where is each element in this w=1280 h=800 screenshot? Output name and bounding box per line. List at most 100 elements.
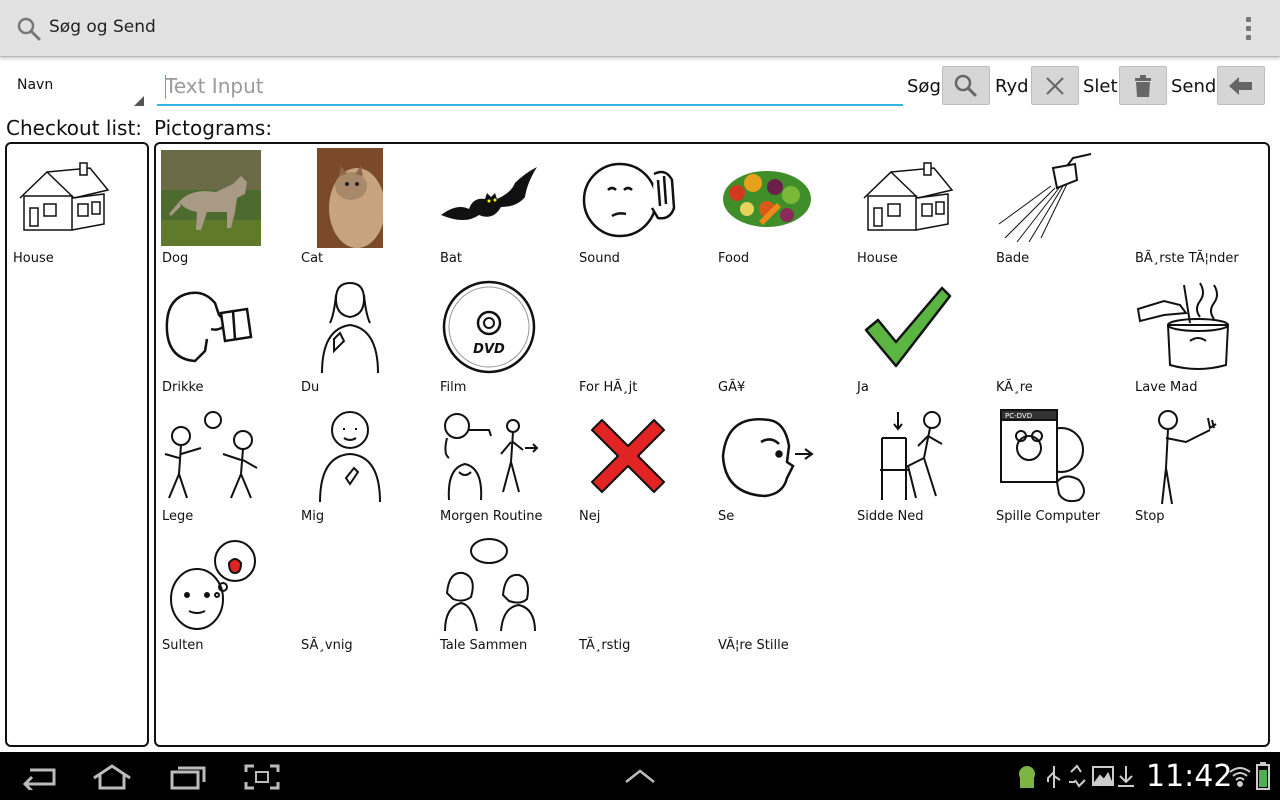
- pictogram-cell[interactable]: TÃ¸rstig: [574, 531, 713, 660]
- house-icon: [856, 150, 956, 246]
- pictogram-label: Du: [301, 380, 320, 395]
- spinner-arrow-icon: [134, 96, 144, 106]
- pictogram-cell[interactable]: Mig: [296, 402, 435, 531]
- pictogram-label: GÃ¥: [718, 380, 746, 395]
- pictogram-cell[interactable]: KÃ¸re: [991, 273, 1130, 402]
- pictogram-label: Food: [718, 251, 750, 266]
- morning-routine-icon: [439, 408, 539, 504]
- pictogram-cell[interactable]: Dog: [157, 144, 296, 273]
- recent-apps-icon[interactable]: [170, 764, 206, 790]
- pictogram-cell[interactable]: Food: [713, 144, 852, 273]
- usb-icon: [1047, 766, 1061, 788]
- search-icon[interactable]: [16, 16, 42, 42]
- hungry-face-icon: [161, 537, 261, 633]
- sit-down-icon: [856, 408, 956, 504]
- pictogram-label: Bade: [996, 251, 1030, 266]
- sync-icon: [1069, 764, 1086, 788]
- talking-people-icon: [439, 537, 539, 633]
- red-cross-icon: [578, 408, 678, 504]
- android-debug-icon: [1019, 766, 1035, 788]
- send-button[interactable]: [1217, 66, 1265, 105]
- pictogram-label: Drikke: [162, 380, 204, 395]
- pictogram-cell[interactable]: BÃ¸rste TÃ¦nder: [1130, 144, 1269, 273]
- reply-arrow-icon: [1229, 76, 1252, 95]
- pictogram-cell[interactable]: GÃ¥: [713, 273, 852, 402]
- pictogram-cell[interactable]: PC-DVD Spille Computer: [991, 402, 1130, 531]
- text-caret: [165, 75, 166, 99]
- cooking-pot-icon: [1134, 279, 1234, 375]
- pictogram-label: Sulten: [162, 638, 204, 653]
- pictogram-label: Cat: [301, 251, 324, 266]
- shower-icon: [995, 150, 1095, 246]
- back-icon[interactable]: [20, 764, 58, 790]
- empty-picture: [578, 537, 678, 633]
- sort-spinner[interactable]: Navn: [8, 68, 146, 108]
- checkout-list: House: [5, 142, 149, 747]
- pictogram-cell[interactable]: Sound: [574, 144, 713, 273]
- bat-icon: [439, 150, 539, 246]
- pictogram-cell[interactable]: Du: [296, 273, 435, 402]
- empty-picture: [300, 537, 400, 633]
- overflow-menu-icon[interactable]: [1236, 14, 1260, 44]
- pictogram-label: Film: [440, 380, 467, 395]
- pictograms-heading: Pictograms:: [154, 116, 273, 140]
- pictogram-label: Bat: [440, 251, 462, 266]
- pictogram-cell[interactable]: Cat: [296, 144, 435, 273]
- pictogram-label: Nej: [579, 509, 601, 524]
- brush-teeth-icon: [1134, 150, 1234, 246]
- app-title: Søg og Send: [49, 17, 156, 37]
- checkout-item[interactable]: House: [8, 144, 147, 273]
- system-bar: 11:42: [0, 752, 1280, 800]
- pictogram-cell[interactable]: Nej: [574, 402, 713, 531]
- empty-picture: [717, 279, 817, 375]
- chevron-up-icon[interactable]: [624, 768, 656, 784]
- delete-button[interactable]: [1119, 66, 1167, 105]
- pictogram-cell[interactable]: Stop: [1130, 402, 1269, 531]
- screenshot-icon[interactable]: [244, 764, 280, 790]
- pictogram-label: SÃ¸vnig: [301, 638, 353, 653]
- gallery-icon: [1092, 766, 1114, 786]
- search-input[interactable]: [157, 68, 903, 106]
- delete-label: Slet: [1083, 76, 1118, 97]
- pictogram-cell[interactable]: Lege: [157, 402, 296, 531]
- dvd-icon: DVD: [439, 279, 539, 375]
- home-icon[interactable]: [92, 764, 132, 790]
- send-label: Send: [1171, 76, 1217, 97]
- pictogram-label: Tale Sammen: [440, 638, 528, 653]
- pictogram-cell[interactable]: Sulten: [157, 531, 296, 660]
- pictogram-cell[interactable]: Ja: [852, 273, 991, 402]
- pictogram-cell[interactable]: Drikke: [157, 273, 296, 402]
- listening-face-icon: [578, 150, 678, 246]
- pictogram-cell[interactable]: Bade: [991, 144, 1130, 273]
- action-bar: Søg og Send: [0, 0, 1280, 57]
- pictogram-cell[interactable]: SÃ¸vnig: [296, 531, 435, 660]
- pictogram-label: Stop: [1135, 509, 1165, 524]
- dog-photo: [161, 150, 261, 246]
- download-icon: [1118, 766, 1134, 787]
- pictogram-label: Spille Computer: [996, 509, 1101, 524]
- pictogram-cell[interactable]: House: [852, 144, 991, 273]
- pictogram-cell[interactable]: Bat: [435, 144, 574, 273]
- clear-button[interactable]: [1031, 66, 1079, 105]
- pictogram-label: Lege: [162, 509, 194, 524]
- search-button[interactable]: [942, 66, 990, 105]
- pictogram-cell[interactable]: Sidde Ned: [852, 402, 991, 531]
- status-clock: 11:42: [1146, 759, 1233, 794]
- vegetables-icon: [717, 150, 817, 246]
- pictogram-cell[interactable]: Lave Mad: [1130, 273, 1269, 402]
- trash-icon: [1135, 74, 1151, 97]
- pictogram-cell[interactable]: Se: [713, 402, 852, 531]
- checkout-heading: Checkout list:: [6, 116, 143, 140]
- pictogram-cell[interactable]: Tale Sammen: [435, 531, 574, 660]
- clear-label: Ryd: [995, 76, 1029, 97]
- pictogram-cell[interactable]: DVD Film: [435, 273, 574, 402]
- pictogram-cell[interactable]: Morgen Routine: [435, 402, 574, 531]
- pictogram-label: Sound: [579, 251, 620, 266]
- empty-picture: [578, 279, 678, 375]
- battery-icon: [1256, 762, 1270, 790]
- pictogram-label: Mig: [301, 509, 325, 524]
- sort-spinner-value: Navn: [17, 77, 54, 93]
- pictogram-cell[interactable]: For HÃ¸jt: [574, 273, 713, 402]
- pictogram-label: Dog: [162, 251, 189, 266]
- pictogram-cell[interactable]: VÃ¦re Stille: [713, 531, 852, 660]
